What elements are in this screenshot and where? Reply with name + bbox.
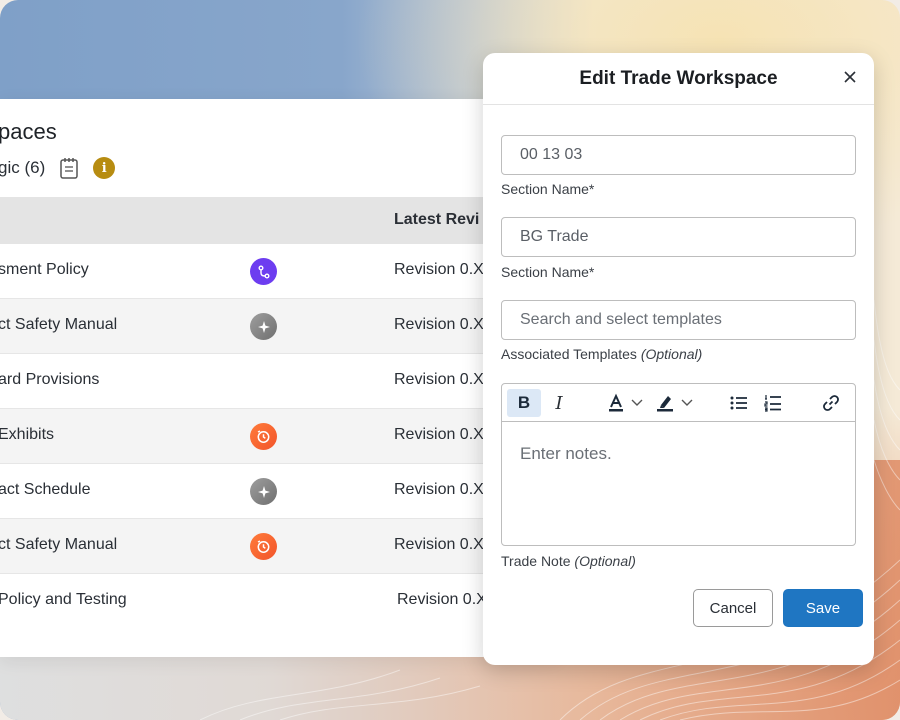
notes-textarea[interactable]: Enter notes. [502,422,855,486]
notes-editor: B I Enter notes. [501,383,856,546]
sparkle-icon[interactable] [250,313,277,340]
workflow-icon[interactable] [250,258,277,285]
link-icon[interactable] [819,389,843,417]
sparkle-icon[interactable] [250,478,277,505]
modal-title: Edit Trade Workspace [579,67,778,89]
table-row[interactable]: sment Policy Revision 0.X [0,244,560,299]
section-name-label: Section Name* [501,264,595,280]
text-color-icon[interactable] [604,389,628,417]
info-icon[interactable]: i [93,157,116,179]
row-revision: Revision 0.X [397,591,487,608]
bold-button[interactable]: B [507,389,541,417]
table-header: Latest Revi [0,197,560,244]
templates-optional: (Optional) [640,346,703,362]
row-revision: Revision 0.X [394,371,484,388]
row-name[interactable]: act Schedule [0,481,91,499]
trade-note-label-text: Trade Note [501,553,571,569]
row-name[interactable]: Policy and Testing [0,591,127,609]
row-name[interactable]: ct Safety Manual [0,316,117,334]
templates-label: Associated Templates (Optional) [501,346,702,362]
history-icon[interactable] [250,423,277,450]
templates-search-input[interactable] [501,300,856,340]
row-name[interactable]: sment Policy [0,261,89,279]
row-revision: Revision 0.X [394,481,484,498]
row-revision: Revision 0.X [394,261,484,278]
section-name-input[interactable] [501,217,856,257]
highlight-icon[interactable] [653,389,677,417]
page-subtitle-row: gic (6) i [0,157,116,179]
trade-note-optional: (Optional) [574,553,636,569]
notebook-icon[interactable] [59,157,79,179]
trade-note-label: Trade Note (Optional) [501,553,636,569]
row-revision: Revision 0.X [394,316,484,333]
table-row[interactable]: ard Provisions Revision 0.X [0,354,560,409]
row-revision: Revision 0.X [394,536,484,553]
row-revision: Revision 0.X [394,426,484,443]
column-header-revision[interactable]: Latest Revi [394,211,479,229]
section-number-input[interactable] [501,135,856,175]
row-name[interactable]: ard Provisions [0,371,99,389]
page-title: paces [0,119,57,144]
table-row[interactable]: Policy and Testing Revision 0.X [0,574,560,629]
editor-toolbar: B I [502,384,855,422]
row-name[interactable]: Exhibits [0,426,54,444]
row-name[interactable]: ct Safety Manual [0,536,117,554]
modal-header: Edit Trade Workspace [483,53,874,105]
highlight-chevron-down-icon[interactable] [680,389,694,417]
workspaces-card: paces gic (6) i Latest Revi sment Policy… [0,99,560,657]
italic-button[interactable]: I [548,389,570,417]
table-row[interactable]: act Schedule Revision 0.X [0,464,560,519]
table-row[interactable]: ct Safety Manual Revision 0.X [0,519,560,574]
page-subtitle: gic (6) [0,158,46,177]
section-number-label: Section Name* [501,181,595,197]
templates-label-text: Associated Templates [501,346,637,362]
cancel-button[interactable]: Cancel [693,589,773,627]
table-row[interactable]: ct Safety Manual Revision 0.X [0,299,560,354]
table-row[interactable]: Exhibits Revision 0.X [0,409,560,464]
save-button[interactable]: Save [783,589,863,627]
history-icon[interactable] [250,533,277,560]
edit-trade-workspace-modal: Edit Trade Workspace Section Name* Secti… [483,53,874,665]
text-color-chevron-down-icon[interactable] [630,389,644,417]
close-icon[interactable] [840,67,860,87]
numbered-list-icon[interactable] [762,389,784,417]
bullet-list-icon[interactable] [728,389,750,417]
